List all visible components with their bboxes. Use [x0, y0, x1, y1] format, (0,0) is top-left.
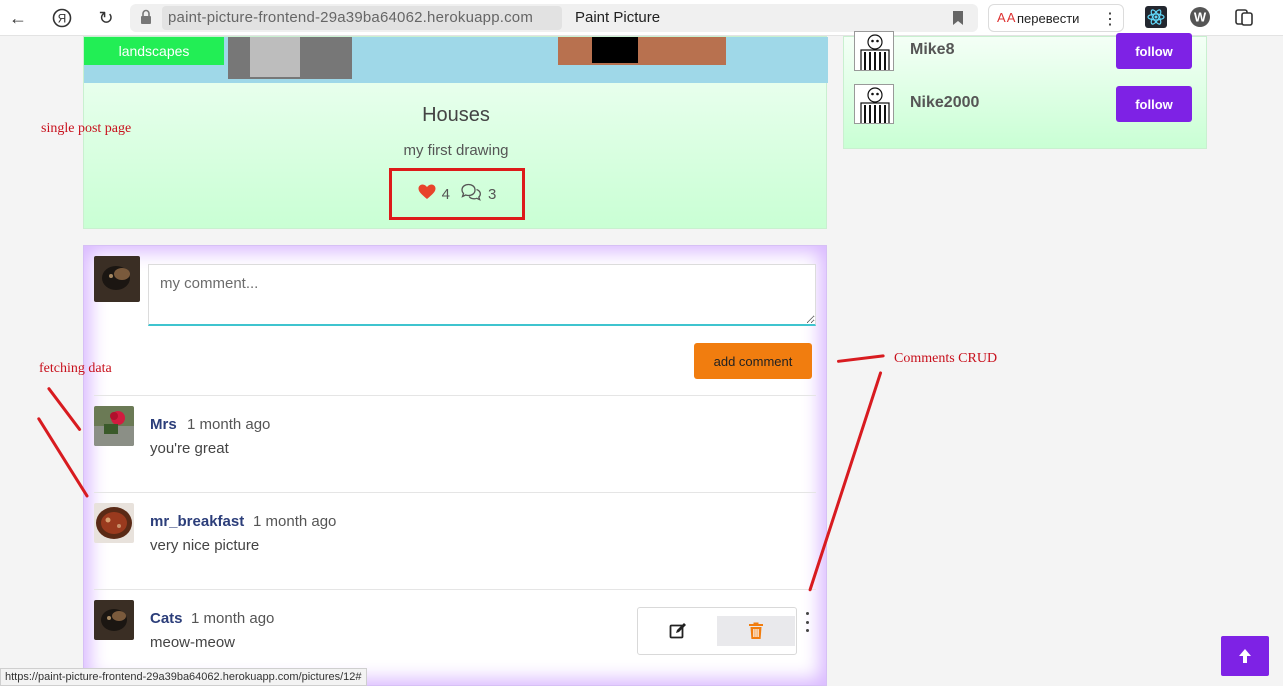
status-bar-url: https://paint-picture-frontend-29a39ba64…: [0, 668, 367, 686]
post-title: Houses: [422, 104, 490, 126]
post-card: landscapes Houses my first drawing 4 3: [83, 36, 828, 229]
url-text[interactable]: paint-picture-frontend-29a39ba64062.hero…: [168, 9, 533, 26]
popular-profiles-card: Mike8 follow Nike2000 follow: [843, 31, 1207, 149]
profile-item: Mike8 follow: [854, 31, 1194, 73]
profile-item: Nike2000 follow: [854, 84, 1194, 126]
svg-text:Я: Я: [58, 12, 67, 26]
reload-icon[interactable]: ↻: [94, 6, 118, 30]
comment-content: meow-meow: [150, 634, 236, 651]
comment-avatar[interactable]: [94, 600, 134, 640]
comment-date: 1 month ago: [187, 416, 271, 433]
yandex-icon[interactable]: Я: [50, 6, 74, 30]
profile-name[interactable]: Nike2000: [910, 94, 979, 112]
comment-owner[interactable]: mr_breakfast: [150, 513, 244, 530]
extension-icon[interactable]: [1233, 6, 1255, 33]
add-comment-button[interactable]: add comment: [694, 343, 812, 379]
bookmark-icon[interactable]: [952, 10, 964, 31]
comment-owner[interactable]: Cats: [150, 610, 183, 627]
comments-card: add comment Mrs 1 month ago you're great…: [83, 245, 827, 686]
comments-count: 3: [488, 185, 497, 203]
heart-icon[interactable]: [418, 184, 436, 204]
annotation-line: [46, 386, 82, 432]
more-options-icon[interactable]: [802, 612, 812, 632]
profile-avatar[interactable]: [854, 31, 894, 71]
profile-avatar[interactable]: [854, 84, 894, 124]
comment-date: 1 month ago: [191, 610, 275, 627]
scroll-to-top-button[interactable]: [1221, 636, 1269, 676]
lock-icon: [140, 9, 152, 30]
profile-name[interactable]: Mike8: [910, 41, 954, 59]
comment-content: very nice picture: [150, 537, 260, 554]
wappalyzer-icon[interactable]: W: [1189, 6, 1211, 33]
trash-icon: [749, 622, 763, 639]
likes-count: 4: [441, 185, 450, 203]
follow-button[interactable]: follow: [1116, 86, 1192, 122]
svg-text:W: W: [1194, 10, 1207, 25]
comment-owner[interactable]: Mrs: [150, 416, 177, 433]
comment-avatar[interactable]: [94, 503, 134, 543]
arrow-up-icon: [1239, 649, 1251, 663]
translate-icon: A А: [997, 10, 1016, 25]
edit-icon: [669, 623, 686, 639]
current-user-avatar[interactable]: [94, 256, 140, 302]
comment-input[interactable]: [148, 264, 816, 326]
annotation-line: [836, 354, 885, 363]
post-image[interactable]: landscapes: [84, 37, 828, 83]
annotation-fetching: fetching data: [39, 361, 112, 376]
page-title: Paint Picture: [575, 9, 661, 26]
follow-button[interactable]: follow: [1116, 33, 1192, 69]
translate-label: перевести: [1017, 11, 1080, 26]
comment-item: mr_breakfast 1 month ago very nice pictu…: [94, 492, 816, 588]
post-description: my first drawing: [403, 142, 509, 159]
comments-icon[interactable]: [460, 183, 482, 205]
delete-comment-button[interactable]: [717, 616, 795, 646]
comment-item: Mrs 1 month ago you're great: [94, 395, 816, 491]
edit-comment-button[interactable]: [639, 616, 717, 646]
comment-content: you're great: [150, 440, 229, 457]
post-stats: 4 3: [389, 168, 525, 220]
translate-button[interactable]: A А перевести ⋮: [988, 4, 1124, 32]
comment-avatar[interactable]: [94, 406, 134, 446]
react-devtools-icon[interactable]: [1145, 6, 1167, 33]
annotation-crud: Comments CRUD: [894, 351, 998, 366]
more-vertical-icon[interactable]: ⋮: [1102, 9, 1118, 29]
address-bar[interactable]: paint-picture-frontend-29a39ba64062.hero…: [130, 4, 978, 32]
comment-edit-dropdown: [637, 607, 797, 655]
category-tag[interactable]: landscapes: [84, 37, 224, 65]
back-icon[interactable]: ←: [6, 6, 30, 30]
comment-date: 1 month ago: [253, 513, 337, 530]
annotation-single-post: single post page: [41, 121, 132, 136]
